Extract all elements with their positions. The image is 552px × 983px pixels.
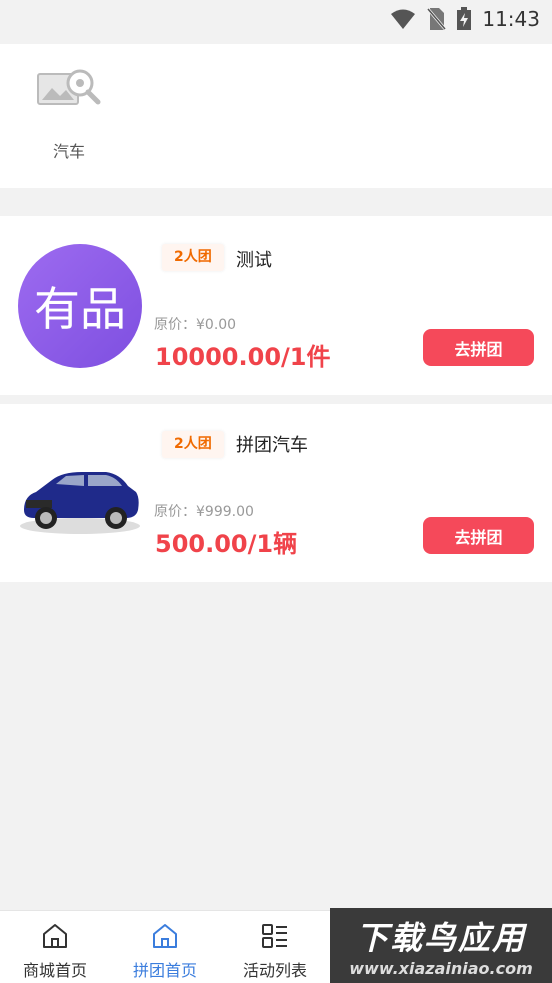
category-label: 汽车 [52, 142, 85, 161]
no-sim-icon [427, 8, 447, 30]
watermark-url: www.xiazainiao.com [349, 959, 533, 978]
tab-label: 拼团首页 [132, 961, 197, 980]
image-search-icon [37, 69, 101, 105]
home-icon [43, 924, 67, 948]
wifi-icon [391, 9, 416, 29]
product-card[interactable]: 2人团 拼团汽车 原价：¥999.00 500.00/1辆 去拼团 [0, 404, 552, 582]
product-thumbnail: 有品 [18, 244, 142, 368]
status-time: 11:43 [482, 7, 540, 31]
product-name: 拼团汽车 [236, 435, 308, 456]
car-image [20, 472, 140, 534]
tab-group-home[interactable]: 拼团首页 [110, 911, 220, 983]
group-size-badge: 2人团 [162, 431, 224, 458]
tab-activity-list[interactable]: 活动列表 [220, 911, 330, 983]
list-icon [262, 924, 287, 948]
brand-logo: 有品 [18, 244, 142, 368]
product-name: 测试 [236, 250, 272, 271]
product-thumbnail [18, 444, 142, 544]
category-section: 汽车 [0, 44, 552, 188]
original-price: 原价：¥999.00 [154, 504, 254, 520]
home-icon [153, 924, 177, 948]
tab-label: 商城首页 [22, 961, 87, 980]
watermark-title: 下载鸟应用 [355, 919, 526, 957]
status-bar: 11:43 [0, 0, 552, 44]
original-price: 原价：¥0.00 [154, 317, 237, 333]
watermark: 下载鸟应用 www.xiazainiao.com [330, 908, 552, 983]
group-price: 500.00/1辆 [155, 530, 298, 558]
group-price: 10000.00/1件 [155, 343, 331, 371]
tab-mall-home[interactable]: 商城首页 [0, 911, 110, 983]
brand-logo-text: 有品 [34, 282, 126, 336]
product-card[interactable]: 有品 2人团 测试 原价：¥0.00 10000.00/1件 去拼团 [0, 216, 552, 395]
battery-charging-icon [457, 7, 472, 30]
tab-label: 活动列表 [242, 961, 307, 980]
category-item-car[interactable]: 汽车 [20, 66, 118, 162]
join-group-button[interactable]: 去拼团 [423, 517, 534, 554]
join-group-button[interactable]: 去拼团 [423, 329, 534, 366]
group-size-badge: 2人团 [162, 244, 224, 271]
